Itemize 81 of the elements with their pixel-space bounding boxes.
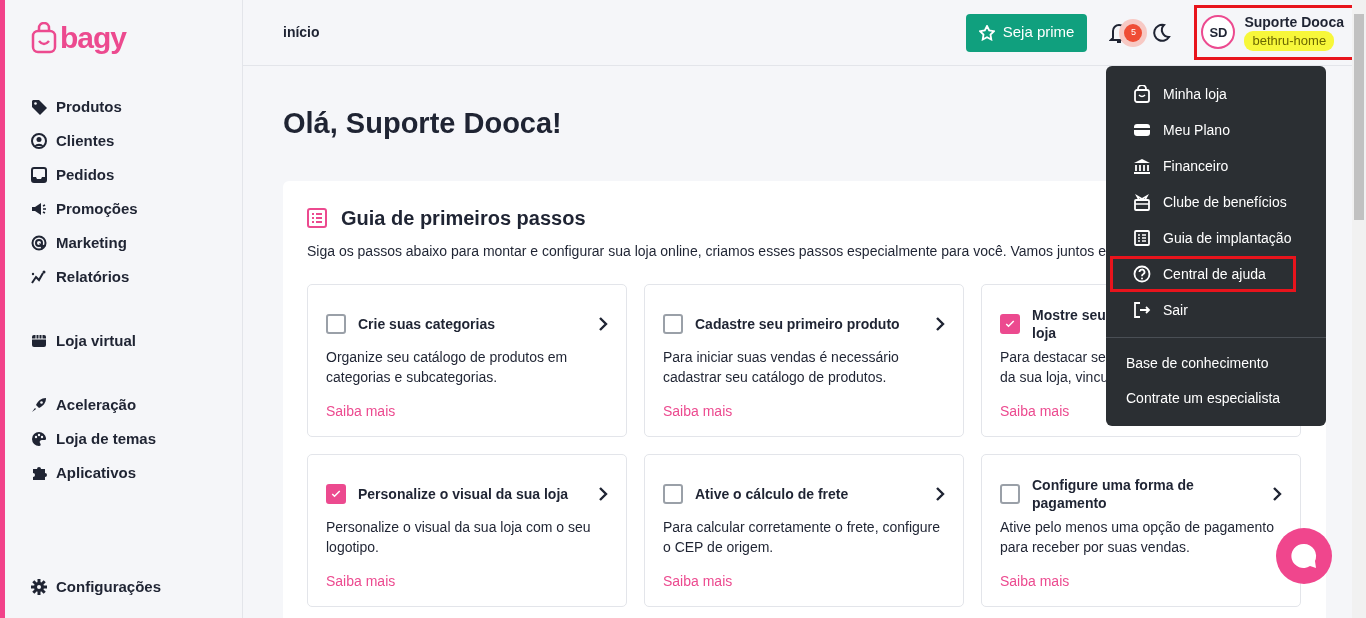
menu-item[interactable]: Meu Plano (1110, 112, 1296, 148)
step-title: Mostre seu loja (1032, 305, 1106, 342)
guide-title: Guia de primeiros passos (341, 205, 586, 231)
learn-more-link[interactable]: Saiba mais (1000, 400, 1070, 422)
store-icon (31, 333, 47, 349)
checkbox[interactable] (663, 483, 683, 504)
sidebar-item[interactable]: Configurações (31, 570, 161, 604)
chart-line-icon (31, 269, 47, 285)
gift-icon (1133, 193, 1151, 211)
checkbox[interactable] (1000, 483, 1020, 504)
checkbox[interactable] (326, 483, 346, 504)
checkbox[interactable] (663, 313, 683, 334)
sidebar-item[interactable]: Loja de temas (31, 422, 157, 456)
megaphone-icon (31, 201, 47, 217)
greeting-heading: Olá, Suporte Dooca! (283, 106, 562, 141)
menu-item[interactable]: Clube de benefícios (1110, 184, 1296, 220)
step-title: Crie suas categorias (358, 314, 495, 333)
learn-more-link[interactable]: Saiba mais (1000, 570, 1070, 592)
step-description: Organize seu catálogo de produtos em categorias e subcategorias. (326, 347, 568, 388)
bank-icon (1133, 157, 1151, 175)
menu-link[interactable]: Base de conhecimento (1106, 346, 1289, 381)
step-description: Para calcular corretamente o frete, configure o CEP de origem. (663, 517, 941, 558)
target-icon (31, 235, 47, 251)
inbox-icon (31, 167, 47, 183)
sidebar-item[interactable]: Loja virtual (31, 324, 137, 358)
step-description: Para iniciar suas vendas é necessário cadastrar seu catálogo de produtos. (663, 347, 899, 388)
palette-icon (31, 431, 47, 447)
chevron-right-icon[interactable] (935, 486, 945, 501)
settings-icon (31, 579, 47, 595)
tag-icon (31, 99, 47, 115)
menu-item[interactable]: Central de ajuda (1110, 256, 1296, 292)
menu-item[interactable]: Financeiro (1110, 148, 1296, 184)
chat-bubble-icon (1289, 541, 1319, 571)
avatar: SD (1201, 15, 1236, 50)
learn-more-link[interactable]: Saiba mais (326, 570, 396, 592)
chevron-right-icon[interactable] (935, 316, 945, 331)
step-title: Configure uma forma de pagamento (1032, 475, 1194, 512)
sidebar-item[interactable]: Aplicativos (31, 456, 137, 490)
puzzle-icon (31, 465, 47, 481)
chevron-right-icon[interactable] (1272, 486, 1282, 501)
learn-more-link[interactable]: Saiba mais (326, 400, 396, 422)
rocket-icon (31, 397, 47, 413)
logout-icon (1133, 301, 1151, 319)
sidebar-item[interactable]: Clientes (31, 124, 115, 158)
shopping-bag-icon (31, 22, 57, 54)
scrollbar-thumb[interactable] (1354, 14, 1364, 220)
guide-description: Siga os passos abaixo para montar e configurar sua loja online, criamos esses passos especialmente para você. Vamos juntos e (307, 241, 1106, 261)
card-icon (1133, 121, 1151, 139)
store-name: bethru-home (1244, 31, 1335, 51)
step-description: Ative pelo menos uma opção de pagamento para receber por suas vendas. (1000, 517, 1274, 558)
learn-more-link[interactable]: Saiba mais (663, 570, 733, 592)
menu-item[interactable]: Sair (1110, 292, 1296, 328)
learn-more-link[interactable]: Saiba mais (663, 400, 733, 422)
star-icon (978, 24, 995, 41)
checkbox[interactable] (326, 313, 346, 334)
list-icon (307, 207, 327, 228)
chevron-right-icon[interactable] (598, 486, 608, 501)
sidebar-item[interactable]: Produtos (31, 90, 122, 124)
menu-link[interactable]: Contrate um especialista (1106, 381, 1301, 416)
help-icon (1133, 265, 1151, 283)
step-title: Cadastre seu primeiro produto (695, 314, 900, 333)
menu-item[interactable]: Minha loja (1110, 76, 1296, 112)
step-title: Ative o cálculo de frete (695, 484, 849, 503)
step-description: Personalize o visual da sua loja com o seu logotipo. (326, 517, 591, 558)
sidebar-item[interactable]: Pedidos (31, 158, 115, 192)
user-profile[interactable]: SD Suporte Dooca bethru-home (1197, 8, 1354, 57)
sidebar-item[interactable]: Promoções (31, 192, 138, 226)
sidebar-item[interactable]: Relatórios (31, 260, 130, 294)
user-circle-icon (31, 133, 47, 149)
moon-icon[interactable] (1151, 22, 1172, 43)
user-name: Suporte Dooca (1244, 14, 1344, 32)
list-icon (1133, 229, 1151, 247)
sidebar-item[interactable]: Marketing (31, 226, 127, 260)
shopping-bag-icon (1133, 85, 1151, 103)
menu-item[interactable]: Guia de implantação (1110, 220, 1296, 256)
breadcrumb: início (283, 23, 320, 42)
checkbox[interactable] (1000, 313, 1020, 334)
sidebar-item[interactable]: Aceleração (31, 388, 137, 422)
chevron-right-icon[interactable] (598, 316, 608, 331)
logo-text: bagy (60, 23, 127, 53)
step-title: Personalize o visual da sua loja (358, 484, 569, 503)
